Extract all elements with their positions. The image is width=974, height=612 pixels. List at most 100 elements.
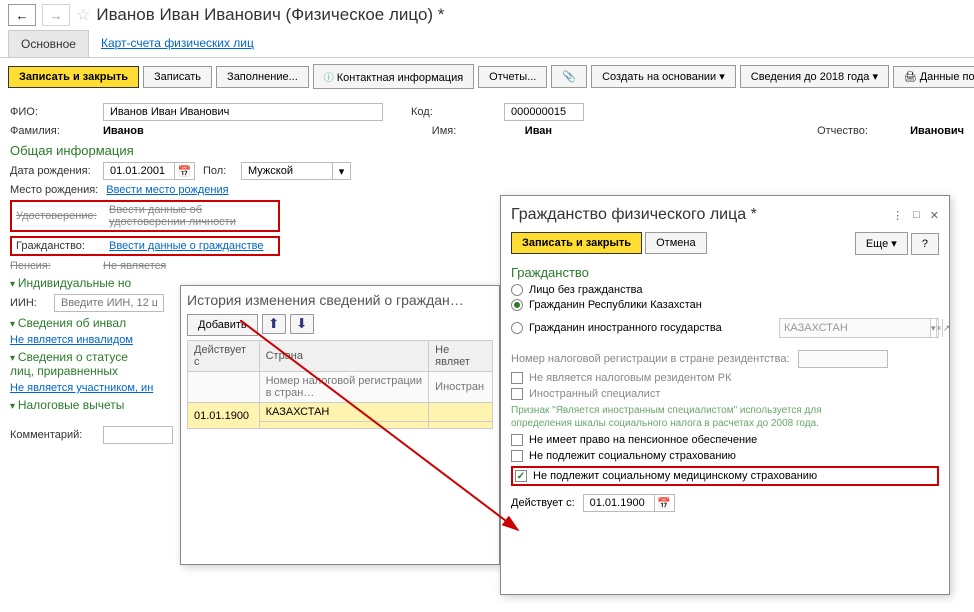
name-value: Иван	[525, 125, 552, 137]
radio-kz[interactable]	[511, 299, 523, 311]
arrow-left-icon: ←	[15, 8, 28, 23]
sub-taxnum: Номер налоговой регистрации в стран…	[259, 372, 429, 403]
birthdate-picker[interactable]: 📅	[103, 162, 195, 180]
from-date-input[interactable]	[584, 495, 654, 511]
contact-info-button[interactable]: ⓘКонтактная информация	[313, 64, 474, 89]
sex-label: Пол:	[203, 165, 233, 177]
chevron-down-icon: ▾	[872, 71, 878, 83]
chk-foreign-spec-label: Иностранный специалист	[529, 388, 660, 400]
calendar-icon[interactable]: 📅	[654, 495, 674, 511]
chevron-down-icon: ▾	[891, 238, 897, 250]
col-notres[interactable]: Не являет	[429, 341, 493, 372]
fio-label: ФИО:	[10, 106, 95, 118]
add-button[interactable]: Добавить	[187, 314, 258, 336]
chk-med-ins-label: Не подлежит социальному медицинскому стр…	[533, 470, 817, 482]
move-up-button[interactable]: ⬆	[262, 314, 286, 334]
pension-label: Пенсия:	[10, 260, 95, 272]
move-down-button[interactable]: ⬇	[290, 314, 314, 334]
code-label: Код:	[411, 106, 496, 118]
radio-kz-label: Гражданин Республики Казахстан	[529, 299, 702, 311]
tab-card-accounts[interactable]: Карт-счета физических лиц	[89, 30, 266, 57]
chk-foreign-spec	[511, 388, 523, 400]
disability-link[interactable]: Не является инвалидом	[10, 334, 133, 346]
table-row[interactable]: 01.01.1900 КАЗАХСТАН	[188, 403, 493, 422]
chevron-down-icon[interactable]: ▾	[332, 163, 350, 179]
sex-input[interactable]	[242, 163, 332, 179]
radio-foreign-label: Гражданин иностранного государства	[529, 322, 722, 334]
country-input[interactable]	[780, 319, 930, 337]
open-icon[interactable]: ↗	[942, 319, 951, 337]
citizenship-link[interactable]: Ввести данные о гражданстве	[109, 240, 263, 252]
birthplace-link[interactable]: Ввести место рождения	[106, 184, 228, 196]
modal-save-close-button[interactable]: Записать и закрыть	[511, 232, 642, 254]
history-table: Действует с Страна Не являет Номер налог…	[187, 340, 493, 429]
save-close-button[interactable]: Записать и закрыть	[8, 66, 139, 88]
citizenship-modal: Гражданство физического лица * ⋮ □ ✕ Зап…	[500, 195, 950, 595]
mid-label: Отчество:	[817, 125, 902, 137]
reports-button[interactable]: Отчеты...	[478, 66, 547, 88]
cert-label: Удостоверение:	[16, 210, 101, 222]
more-button[interactable]: Еще ▾	[855, 232, 908, 255]
close-icon[interactable]: ✕	[930, 209, 939, 222]
birth-label: Дата рождения:	[10, 165, 95, 177]
chk-pension[interactable]	[511, 434, 523, 446]
iin-input[interactable]	[54, 294, 164, 312]
calendar-icon[interactable]: 📅	[174, 163, 194, 179]
citizenship-title: Гражданство физического лица *	[511, 206, 757, 224]
info-icon: ⓘ	[324, 73, 334, 84]
paperclip-icon: 📎	[562, 71, 576, 83]
pension-link[interactable]: Не является	[103, 260, 166, 272]
cert-link[interactable]: Ввести данные об удостоверении личности	[109, 204, 274, 228]
save-button[interactable]: Записать	[143, 66, 212, 88]
menu-icon[interactable]: ⋮	[892, 209, 903, 222]
fill-button[interactable]: Заполнение...	[216, 66, 309, 88]
fio-input[interactable]	[103, 103, 383, 121]
attach-button[interactable]: 📎	[551, 65, 587, 88]
from-label: Действует с:	[511, 497, 575, 509]
chk-notresident-label: Не является налоговым резидентом РК	[529, 372, 732, 384]
taxnum-input[interactable]	[798, 350, 888, 368]
taxnum-label: Номер налоговой регистрации в стране рез…	[511, 353, 790, 365]
code-input[interactable]	[504, 103, 584, 121]
status-link[interactable]: Не является участником, ин	[10, 382, 153, 394]
citizenship-label: Гражданство:	[16, 240, 101, 252]
history-modal: История изменения сведений о граждан… До…	[180, 285, 500, 565]
fam-value: Иванов	[103, 125, 144, 137]
help-button[interactable]: ?	[911, 233, 939, 255]
chk-pension-label: Не имеет право на пенсионное обеспечение	[529, 434, 757, 446]
back-button[interactable]: ←	[8, 4, 36, 26]
radio-stateless[interactable]	[511, 284, 523, 296]
chk-notresident	[511, 372, 523, 384]
forward-button[interactable]: →	[42, 4, 70, 26]
create-from-button[interactable]: Создать на основании ▾	[591, 65, 736, 88]
chk-med-ins[interactable]: ✓	[515, 470, 527, 482]
sub-foreign: Иностран	[429, 372, 493, 403]
tab-main[interactable]: Основное	[8, 30, 89, 57]
from-date-picker[interactable]: 📅	[583, 494, 675, 512]
arrow-right-icon: →	[49, 8, 62, 23]
radio-foreign[interactable]	[511, 322, 523, 334]
maximize-icon[interactable]: □	[913, 209, 920, 222]
section-general: Общая информация	[10, 143, 964, 158]
person-data-button[interactable]: 🖨Данные по физическому лицу	[893, 66, 974, 88]
birthplace-label: Место рождения:	[10, 184, 98, 196]
chevron-down-icon: ▾	[719, 71, 725, 83]
modal-cancel-button[interactable]: Отмена	[645, 232, 706, 254]
mid-value: Иванович	[910, 125, 964, 137]
print-icon: 🖨	[904, 72, 917, 83]
comment-label: Комментарий:	[10, 429, 95, 441]
country-select[interactable]: ▾ × ↗	[779, 318, 939, 338]
sex-select[interactable]: ▾	[241, 162, 351, 180]
hint-text: Признак "Является иностранным специалист…	[511, 404, 939, 430]
col-country[interactable]: Страна	[259, 341, 429, 372]
chk-social-ins[interactable]	[511, 450, 523, 462]
col-from[interactable]: Действует с	[188, 341, 260, 372]
legacy-button[interactable]: Сведения до 2018 года ▾	[740, 65, 889, 88]
cell-date: 01.01.1900	[188, 403, 260, 429]
birthdate-input[interactable]	[104, 163, 174, 179]
comment-input[interactable]	[103, 426, 173, 444]
radio-stateless-label: Лицо без гражданства	[529, 284, 642, 296]
fam-label: Фамилия:	[10, 125, 95, 137]
star-icon[interactable]: ☆	[76, 5, 90, 25]
cell-country: КАЗАХСТАН	[259, 403, 429, 422]
